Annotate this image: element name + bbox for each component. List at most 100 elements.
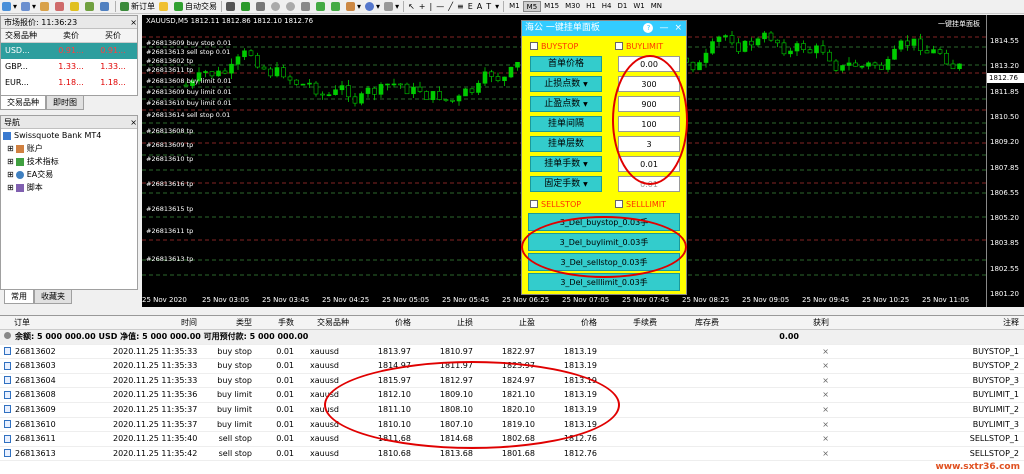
timeframe-m30[interactable]: M30 [562, 1, 583, 12]
col-current-price[interactable]: 价格 [538, 316, 600, 329]
nav-scripts[interactable]: ⊞ 脚本 [1, 181, 137, 194]
timeframe-d1[interactable]: D1 [615, 1, 631, 12]
close-icon[interactable]: × [722, 374, 832, 388]
candle-body [339, 85, 345, 91]
vertical-line-tool[interactable]: | [427, 1, 434, 13]
col-lots[interactable]: 手数 [255, 316, 297, 329]
candle-chart-button[interactable] [239, 1, 254, 13]
close-icon[interactable]: × [722, 345, 832, 359]
timeframe-m5[interactable]: M5 [522, 1, 542, 12]
arrows-tool[interactable]: ▾ [493, 1, 501, 13]
templates-button[interactable]: ▾ [382, 1, 401, 13]
zoom-out-button[interactable] [284, 1, 299, 13]
sellstop-checkbox[interactable] [530, 200, 538, 208]
nav-expert-advisors[interactable]: ⊞ EA交易 [1, 168, 137, 181]
header-bid[interactable]: 卖价 [51, 29, 91, 42]
close-icon[interactable]: × [722, 388, 832, 402]
trendline-tool[interactable]: ╱ [446, 1, 455, 13]
expand-icon[interactable]: ⊞ [7, 155, 14, 168]
takeprofit-dropdown[interactable]: 止盈点数 ▼ [530, 96, 602, 112]
col-time[interactable]: 时间 [110, 316, 200, 329]
expand-icon[interactable]: ⊞ [7, 181, 14, 194]
col-symbol[interactable]: 交易品种 [297, 316, 352, 329]
buystop-checkbox[interactable] [530, 42, 538, 50]
table-row[interactable]: 26813613 2020.11.25 11:35:42 sell stop 0.01… [0, 447, 1024, 462]
new-chart-button[interactable]: ▾ [0, 1, 19, 13]
header-symbol[interactable]: 交易品种 [1, 29, 51, 42]
close-icon[interactable]: × [722, 418, 832, 432]
periods-button[interactable]: ▾ [363, 1, 382, 13]
meta-editor-button[interactable] [157, 1, 172, 13]
nav-indicators[interactable]: ⊞ 技术指标 [1, 155, 137, 168]
close-icon[interactable]: × [674, 21, 682, 36]
cursor-tool[interactable]: ↖ [406, 1, 417, 13]
market-watch-row[interactable]: EUR... 1.18... 1.18... [1, 75, 137, 91]
tab-common[interactable]: 常用 [4, 290, 34, 304]
timeframe-m1[interactable]: M1 [506, 1, 523, 12]
col-tp[interactable]: 止盈 [476, 316, 538, 329]
nav-broker[interactable]: Swissquote Bank MT4 [1, 129, 137, 142]
terminal-toggle[interactable] [83, 1, 98, 13]
col-sl[interactable]: 止损 [414, 316, 476, 329]
chart-shift-button[interactable] [329, 1, 344, 13]
timeframe-m15[interactable]: M15 [541, 1, 562, 12]
line-chart-button[interactable] [254, 1, 269, 13]
col-type[interactable]: 类型 [200, 316, 255, 329]
col-profit[interactable]: 获利 [722, 316, 832, 329]
close-icon[interactable]: × [130, 16, 137, 28]
horizontal-line-tool[interactable]: — [434, 1, 446, 13]
fixed-lots-dropdown[interactable]: 固定手数 ▼ [530, 176, 602, 192]
table-row[interactable]: 26813602 2020.11.25 11:35:33 buy stop 0.01 x… [0, 345, 1024, 360]
candle-body [697, 62, 702, 71]
lots-dropdown[interactable]: 挂单手数 ▼ [530, 156, 602, 172]
expand-icon[interactable]: ⊞ [7, 142, 14, 155]
market-watch-row[interactable]: GBP... 1.33... 1.33... [1, 59, 137, 75]
close-icon[interactable]: × [722, 403, 832, 417]
bar-chart-button[interactable] [224, 1, 239, 13]
time-tick-label: 25 Nov 06:25 [502, 296, 550, 304]
timeframe-h1[interactable]: H1 [583, 1, 599, 12]
text-tool[interactable]: A [475, 1, 484, 13]
navigator-toggle[interactable] [68, 1, 83, 13]
new-order-button[interactable]: 新订单 [118, 1, 157, 13]
label-tool[interactable]: T [484, 1, 493, 13]
crosshair-tool[interactable]: + [417, 1, 428, 13]
timeframe-w1[interactable]: W1 [630, 1, 647, 12]
close-icon[interactable]: × [722, 359, 832, 373]
indicators-button[interactable]: ▾ [344, 1, 363, 13]
fibonacci-tool[interactable]: E [466, 1, 475, 13]
tab-favorites[interactable]: 收藏夹 [34, 290, 72, 304]
tab-symbols[interactable]: 交易品种 [0, 96, 46, 110]
col-order[interactable]: 订单 [0, 316, 110, 329]
close-icon[interactable]: × [722, 432, 832, 446]
timeframe-mn[interactable]: MN [648, 1, 665, 12]
minimize-icon[interactable]: — [659, 21, 668, 36]
data-window-toggle[interactable] [53, 1, 68, 13]
market-watch-toggle[interactable] [38, 1, 53, 13]
stoploss-dropdown[interactable]: 止损点数 ▼ [530, 76, 602, 92]
col-price[interactable]: 价格 [352, 316, 414, 329]
selllimit-checkbox[interactable] [615, 200, 623, 208]
channel-tool[interactable]: ≡ [455, 1, 466, 13]
annotation-oval [521, 216, 687, 278]
autoscroll-button[interactable] [314, 1, 329, 13]
header-ask[interactable]: 买价 [91, 29, 135, 42]
buylimit-checkbox[interactable] [615, 42, 623, 50]
price-tick-label: 1813.20 [990, 62, 1019, 71]
close-icon[interactable]: × [722, 447, 832, 461]
tester-toggle[interactable] [98, 1, 113, 13]
col-swap[interactable]: 库存费 [660, 316, 722, 329]
zoom-in-button[interactable] [269, 1, 284, 13]
nav-accounts[interactable]: ⊞ 账户 [1, 142, 137, 155]
tab-tick-chart[interactable]: 即时图 [46, 96, 84, 110]
timeframe-h4[interactable]: H4 [599, 1, 615, 12]
tile-windows-button[interactable] [299, 1, 314, 13]
close-icon[interactable]: × [130, 116, 137, 128]
help-icon[interactable]: ? [643, 23, 654, 33]
market-watch-row[interactable]: USD... 0.91... 0.91... [1, 43, 137, 59]
profiles-button[interactable]: ▾ [19, 1, 38, 13]
auto-trading-button[interactable]: 自动交易 [172, 1, 219, 13]
col-commission[interactable]: 手续费 [600, 316, 660, 329]
expand-icon[interactable]: ⊞ [7, 168, 14, 181]
col-comment[interactable]: 注释 [832, 316, 1022, 329]
